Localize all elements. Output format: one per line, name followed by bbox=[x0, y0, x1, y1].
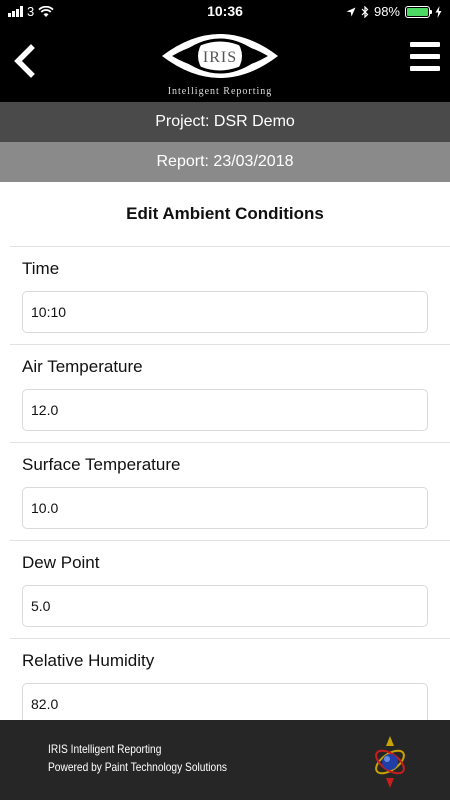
back-button[interactable] bbox=[10, 42, 40, 80]
footer: IRIS Intelligent Reporting Powered by Pa… bbox=[0, 720, 450, 800]
ambient-conditions-form: Time Air Temperature Surface Temperature… bbox=[0, 246, 450, 736]
air-temperature-field: Air Temperature bbox=[10, 344, 450, 442]
battery-fill bbox=[407, 7, 428, 16]
app-header: IRIS Intelligent Reporting bbox=[0, 22, 450, 102]
dew-point-label: Dew Point bbox=[22, 553, 100, 572]
logo-word: IRIS bbox=[203, 49, 237, 66]
time-field: Time bbox=[10, 246, 450, 344]
location-icon bbox=[346, 7, 356, 16]
battery-icon bbox=[405, 5, 432, 18]
air-temperature-label: Air Temperature bbox=[22, 357, 143, 376]
project-bar: Project: DSR Demo bbox=[0, 102, 450, 142]
page-title: Edit Ambient Conditions bbox=[126, 204, 324, 223]
dew-point-input[interactable] bbox=[22, 585, 428, 627]
surface-temperature-input[interactable] bbox=[22, 487, 428, 529]
pts-logo-icon bbox=[375, 736, 405, 788]
surface-temperature-label: Surface Temperature bbox=[22, 455, 181, 474]
relative-humidity-label: Relative Humidity bbox=[22, 651, 155, 670]
bluetooth-icon bbox=[361, 5, 369, 18]
iris-logo: IRIS Intelligent Reporting bbox=[158, 26, 282, 98]
relative-humidity-input[interactable] bbox=[22, 683, 428, 725]
footer-line-2: Powered by Paint Technology Solutions bbox=[48, 760, 228, 774]
dew-point-field: Dew Point bbox=[10, 540, 450, 638]
chevron-left-icon bbox=[14, 44, 35, 78]
status-right: 98% bbox=[346, 4, 442, 19]
surface-temperature-field: Surface Temperature bbox=[10, 442, 450, 540]
status-bar: 3 10:36 98% bbox=[0, 0, 450, 22]
time-input[interactable] bbox=[22, 291, 428, 333]
footer-line-1: IRIS Intelligent Reporting bbox=[48, 742, 162, 756]
hamburger-menu-icon bbox=[410, 42, 440, 71]
menu-button[interactable] bbox=[410, 42, 440, 78]
eye-logo-icon: IRIS bbox=[162, 34, 278, 78]
battery-percent: 98% bbox=[373, 4, 400, 19]
time-label: Time bbox=[22, 259, 60, 278]
charging-icon bbox=[435, 5, 442, 18]
report-bar: Report: 23/03/2018 bbox=[0, 142, 450, 182]
air-temperature-input[interactable] bbox=[22, 389, 428, 431]
logo-tagline: Intelligent Reporting bbox=[167, 86, 273, 97]
